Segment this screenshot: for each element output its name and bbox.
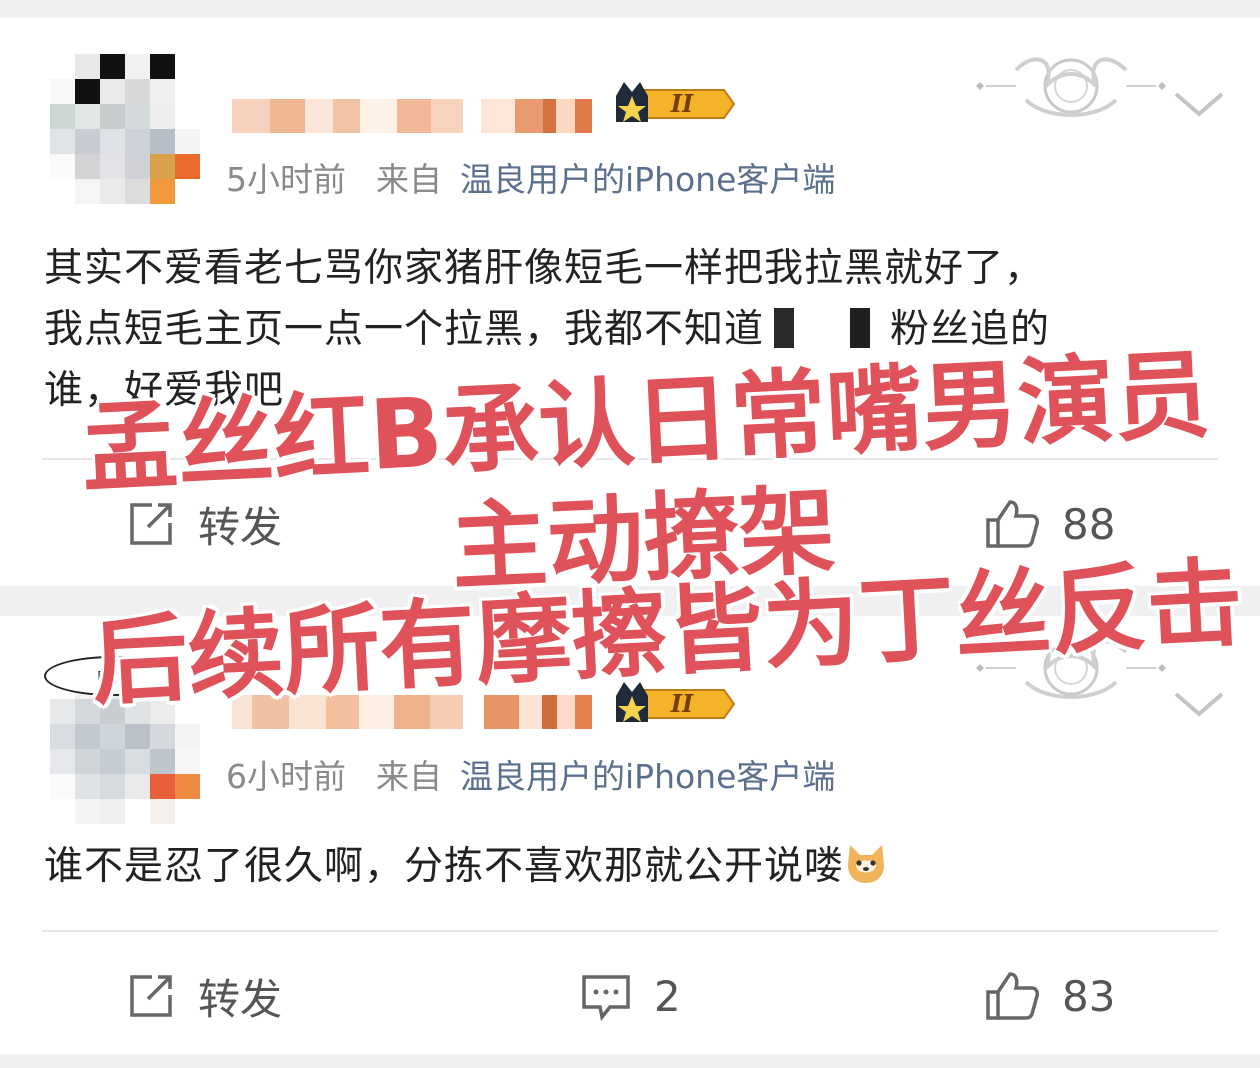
source-link[interactable]: 温良用户的iPhone客户端 [460,153,835,201]
svg-text:II: II [670,89,694,118]
repost-button[interactable]: 转发 [126,966,282,1026]
comment-icon [582,975,630,1021]
chevron-down-icon[interactable] [1172,688,1226,718]
decorative-crest-icon [976,639,1166,699]
dog-face-icon [848,845,885,883]
from-label: 来自 [376,160,442,199]
repost-button[interactable]: 转发 [126,494,282,554]
avatar[interactable] [50,674,200,824]
thumbs-up-icon [986,972,1039,1020]
post-time: 5小时前 [226,160,346,199]
like-button[interactable]: 83 [984,966,1115,1026]
post-content: 其实不爱看老七骂你家猪肝像短毛一样把我拉黑就好了， 我点短毛主页一点一个拉黑，我… [44,246,1051,413]
repost-icon [130,975,172,1017]
comment-button[interactable]: 2 [580,966,681,1026]
username-blurred[interactable] [232,686,592,738]
source-link[interactable]: 温良用户的iPhone客户端 [460,750,835,798]
vip-level-badge: II [616,682,736,722]
username-blurred[interactable] [232,90,592,142]
post-card: II 5小时前 来自 温良用户的iPhone客户端 其实不爱看老七骂你家猪肝像短… [0,18,1260,586]
post-card: 唉... II 6小时前 来自 温良用户的iPhone客户端 谁不是忍了很久啊，… [0,616,1260,1054]
svg-text:II: II [670,689,694,718]
from-label: 来自 [376,757,442,796]
like-button[interactable]: 88 [984,494,1115,554]
divider [42,930,1218,932]
avatar[interactable] [50,54,200,204]
thumbs-up-icon [986,500,1039,548]
post-meta: 5小时前 来自 温良用户的iPhone客户端 [226,157,835,199]
decorative-crest-icon [976,57,1166,117]
avatar-pendant-badge: 唉... [44,656,182,696]
redacted-text [764,308,891,348]
post-content: 谁不是忍了很久啊，分拣不喜欢那就公开说喽 [44,836,1224,897]
chevron-down-icon[interactable] [1172,88,1226,118]
vip-level-badge: II [616,82,736,122]
divider [42,458,1218,460]
repost-icon [130,503,172,545]
post-time: 6小时前 [226,757,346,796]
post-meta: 6小时前 来自 温良用户的iPhone客户端 [226,754,835,796]
